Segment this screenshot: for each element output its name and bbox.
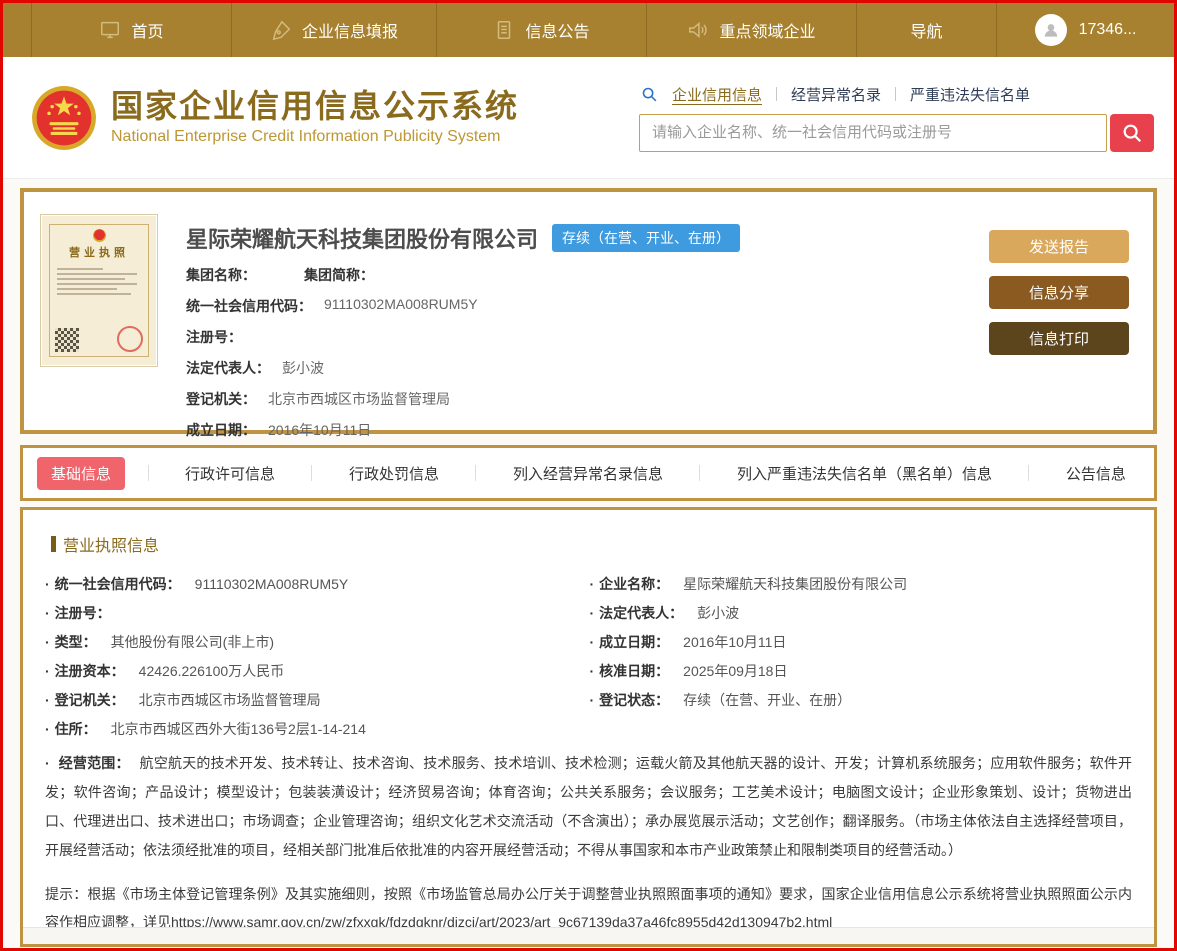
search-tab-credit-info[interactable]: 企业信用信息: [672, 84, 762, 105]
field-row: 住所： 北京市西城区西外大街136号2层1-14-214: [43, 719, 588, 748]
license-fields-left: 统一社会信用代码： 91110302MA008RUM5Y 注册号： 类型： 其他…: [43, 574, 588, 748]
group-name-label: 集团名称：: [186, 267, 256, 283]
card-footer-strip: [23, 927, 1154, 944]
divider: [895, 87, 897, 101]
divider: [776, 87, 778, 101]
field-row: 统一社会信用代码： 91110302MA008RUM5Y: [186, 296, 478, 314]
search-icon: [1123, 124, 1142, 142]
group-row: 集团名称： 集团简称：: [186, 265, 969, 285]
site-subtitle: National Enterprise Credit Information P…: [111, 128, 501, 146]
company-info: 星际荣耀航天科技集团股份有限公司 存续（在营、开业、在册） 集团名称： 集团简称…: [186, 214, 969, 438]
page: 首页 企业信息填报 信息公告 重点领域企业 导航 17346... 国家企业信用…: [0, 0, 1177, 951]
main-content: 营业执照 星际荣耀航天科技集团股份有限公司 存续（在营、开业、在册） 集团名称：…: [3, 179, 1174, 947]
divider: [699, 465, 701, 481]
field-row: 注册号：: [43, 603, 588, 632]
divider: [1028, 465, 1030, 481]
company-name: 星际荣耀航天科技集团股份有限公司: [186, 227, 539, 252]
divider: [147, 465, 149, 481]
tab-abnormal-operations[interactable]: 列入经营异常名录信息: [499, 457, 677, 490]
nav-item-label: 信息公告: [525, 24, 590, 41]
section-title: 营业执照信息: [43, 532, 1132, 556]
status-badge: 存续（在营、开业、在册）: [552, 224, 741, 252]
business-scope: 经营范围：航空航天的技术开发、技术转让、技术咨询、技术服务、技术培训、技术检测；…: [43, 749, 1132, 865]
business-license-image[interactable]: 营业执照: [40, 214, 158, 367]
license-emblem-icon: [92, 229, 106, 242]
tab-admin-licensing[interactable]: 行政许可信息: [171, 457, 289, 490]
license-fields-right: 企业名称： 星际荣耀航天科技集团股份有限公司 法定代表人： 彭小波 成立日期： …: [588, 574, 1133, 748]
pen-icon: [272, 20, 291, 41]
share-info-button[interactable]: 信息分享: [989, 276, 1129, 309]
field-row: 法定代表人： 彭小波: [186, 360, 324, 376]
nav-item-navigation[interactable]: 导航: [856, 3, 996, 57]
field-row: 类型： 其他股份有限公司(非上市): [43, 632, 588, 661]
send-report-button[interactable]: 发送报告: [989, 230, 1129, 263]
field-row: 成立日期： 2016年10月11日: [588, 632, 1133, 661]
nav-item-enterprise-filing[interactable]: 企业信息填报: [231, 3, 436, 57]
field-row: 登记状态： 存续（在营、开业、在册）: [588, 690, 1133, 719]
nav-item-label: 重点领域企业: [719, 24, 816, 41]
top-navigation: 首页 企业信息填报 信息公告 重点领域企业 导航 17346...: [3, 3, 1174, 57]
license-red-seal: [117, 326, 143, 352]
nav-item-announcements[interactable]: 信息公告: [436, 3, 646, 57]
company-summary-card: 营业执照 星际荣耀航天科技集团股份有限公司 存续（在营、开业、在册） 集团名称：…: [20, 188, 1157, 438]
tab-serious-illegal-blacklist[interactable]: 列入严重违法失信名单（黑名单）信息: [723, 457, 1006, 490]
user-menu[interactable]: 17346...: [996, 3, 1174, 57]
field-row: 成立日期： 2016年10月11日: [186, 422, 372, 438]
section-tabs: 基础信息 行政许可信息 行政处罚信息 列入经营异常名录信息 列入严重违法失信名单…: [20, 445, 1157, 501]
masthead: 国家企业信用信息公示系统 National Enterprise Credit …: [3, 57, 1174, 179]
nav-item-home[interactable]: 首页: [31, 3, 231, 57]
divider: [475, 465, 477, 481]
group-short-label: 集团简称：: [304, 267, 374, 283]
nav-item-label: 首页: [131, 24, 164, 41]
brand-text: 国家企业信用信息公示系统 National Enterprise Credit …: [111, 87, 520, 146]
search-tab-abnormal-list[interactable]: 经营异常名录: [791, 84, 881, 105]
search-category-tabs: 企业信用信息 经营异常名录 严重违法失信名单: [639, 84, 1154, 105]
search-tab-illegal-list[interactable]: 严重违法失信名单: [910, 84, 1030, 105]
national-emblem-logo: [32, 85, 96, 150]
field-row: 登记机关： 北京市西城区市场监督管理局: [186, 391, 450, 407]
site-title: 国家企业信用信息公示系统: [111, 87, 520, 124]
user-name: 17346...: [1078, 21, 1137, 38]
tab-admin-penalty[interactable]: 行政处罚信息: [335, 457, 453, 490]
field-row: 统一社会信用代码： 91110302MA008RUM5Y: [43, 574, 588, 603]
field-row: 企业名称： 星际荣耀航天科技集团股份有限公司: [588, 574, 1133, 603]
field-row: 法定代表人： 彭小波: [588, 603, 1133, 632]
field-row: 核准日期： 2025年09月18日: [588, 661, 1133, 690]
nav-item-label: 导航: [910, 24, 943, 41]
nav-item-label: 企业信息填报: [301, 24, 398, 41]
field-row: 登记机关： 北京市西城区市场监督管理局: [43, 690, 588, 719]
user-avatar-icon: [1034, 14, 1067, 46]
search-icon: [642, 87, 657, 101]
tab-announcement-info[interactable]: 公告信息: [1052, 457, 1140, 490]
search-box: 企业信用信息 经营异常名录 严重违法失信名单: [639, 84, 1154, 152]
nav-item-key-field-enterprises[interactable]: 重点领域企业: [646, 3, 856, 57]
tab-basic-info[interactable]: 基础信息: [37, 456, 126, 490]
print-info-button[interactable]: 信息打印: [989, 322, 1129, 355]
action-buttons: 发送报告 信息分享 信息打印: [989, 214, 1129, 430]
megaphone-icon: [689, 22, 708, 38]
license-qr-code: [55, 328, 79, 352]
divider: [311, 465, 313, 481]
search-input[interactable]: [639, 113, 1107, 152]
field-row: 注册号：: [186, 329, 242, 345]
field-row: 注册资本： 42426.226100万人民币: [43, 661, 588, 690]
business-license-info-card: 营业执照信息 统一社会信用代码： 91110302MA008RUM5Y 注册号：…: [20, 507, 1157, 947]
document-icon: [498, 21, 511, 39]
monitor-icon: [101, 21, 120, 39]
search-button[interactable]: [1110, 113, 1154, 152]
brand: 国家企业信用信息公示系统 National Enterprise Credit …: [31, 85, 519, 151]
section-title-bar: [51, 536, 56, 552]
license-image-title: 营业执照: [69, 247, 129, 259]
